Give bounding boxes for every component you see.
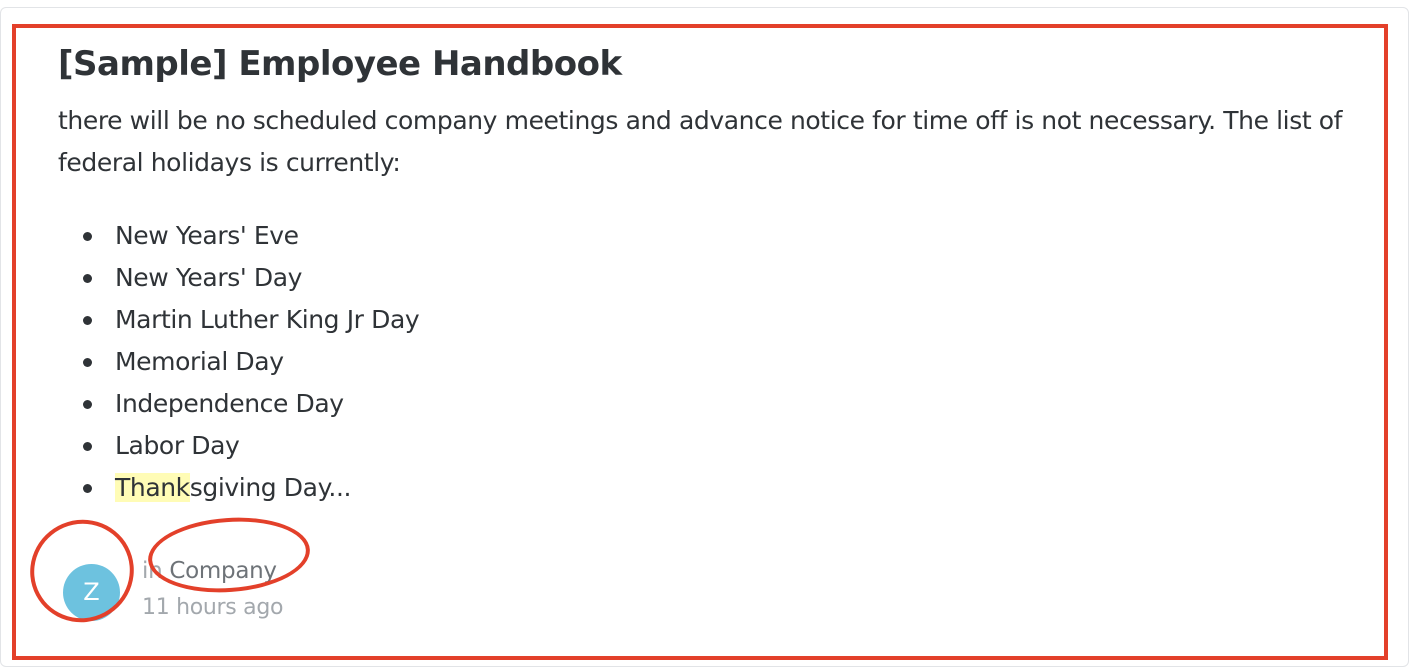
- result-excerpt: there will be no scheduled company meeti…: [58, 106, 1343, 177]
- search-highlight: Thank: [115, 473, 190, 502]
- list-item: Memorial Day: [83, 341, 419, 383]
- bullet-icon: [83, 358, 92, 367]
- bullet-icon: [83, 400, 92, 409]
- bullet-icon: [83, 442, 92, 451]
- list-item-text: New Years' Day: [115, 263, 303, 292]
- list-item-text: Memorial Day: [115, 347, 284, 376]
- bullet-icon: [83, 232, 92, 241]
- bullet-icon: [83, 484, 92, 493]
- location-prefix: in: [142, 558, 163, 584]
- list-item: Martin Luther King Jr Day: [83, 299, 420, 341]
- bullet-icon: [83, 274, 92, 283]
- result-title[interactable]: [Sample] Employee Handbook: [58, 44, 622, 84]
- list-item-text: New Years' Eve: [115, 221, 299, 250]
- list-item: New Years' Eve: [83, 215, 419, 257]
- list-item-text: Labor Day: [115, 431, 240, 460]
- list-item-text: Independence Day: [115, 389, 344, 418]
- result-location: in Company: [142, 558, 277, 584]
- location-link[interactable]: Company: [169, 558, 277, 584]
- list-item-text: sgiving Day...: [189, 473, 352, 502]
- bullet-icon: [83, 316, 92, 325]
- list-item: New Years' Day: [83, 257, 419, 299]
- holiday-list: New Years' Eve New Years' Day Martin Lut…: [58, 215, 420, 509]
- avatar[interactable]: Z: [63, 564, 120, 621]
- list-item: Labor Day: [83, 425, 419, 467]
- list-item: Thanksgiving Day...: [83, 467, 419, 509]
- list-item: Independence Day: [83, 383, 419, 425]
- result-timestamp: 11 hours ago: [142, 595, 284, 620]
- list-item-text: Martin Luther King Jr Day: [115, 305, 420, 334]
